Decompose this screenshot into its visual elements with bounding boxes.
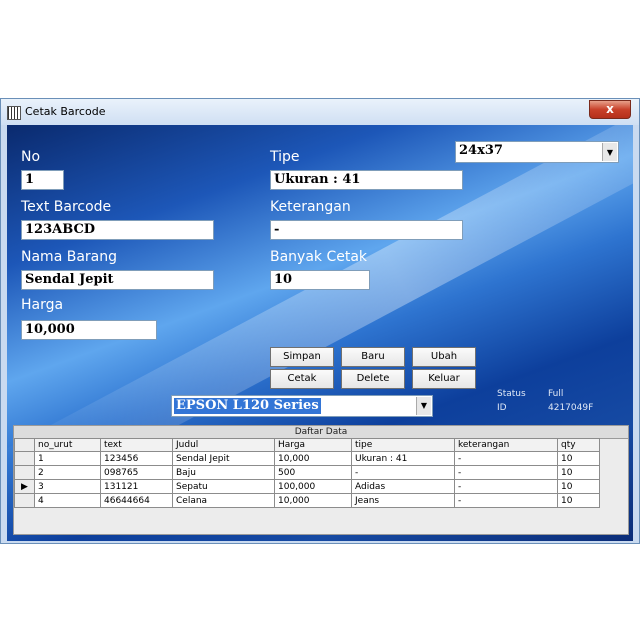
cell-tipe[interactable]: Jeans (351, 493, 455, 508)
cell-harga[interactable]: 10,000 (274, 451, 352, 466)
banyak-cetak-field[interactable]: 10 (270, 270, 370, 290)
row-indicator[interactable] (14, 493, 35, 508)
cell-qty[interactable]: 10 (557, 451, 600, 466)
size-select-value: 24x37 (459, 143, 503, 158)
column-header-no-urut[interactable]: no_urut (34, 438, 101, 452)
table-row[interactable]: ▶ 3 131121 Sepatu 100,000 Adidas - 10 (14, 479, 600, 494)
table-row[interactable]: 4 46644664 Celana 10,000 Jeans - 10 (14, 493, 600, 508)
harga-field[interactable]: 10,000 (21, 320, 157, 340)
status-value: Full (548, 389, 564, 399)
printer-select-value: EPSON L120 Series (174, 398, 321, 414)
cell-no-urut[interactable]: 3 (34, 479, 101, 494)
cell-tipe[interactable]: Ukuran : 41 (351, 451, 455, 466)
tipe-label: Tipe (270, 149, 300, 165)
printer-select[interactable]: EPSON L120 Series ▼ (171, 395, 433, 417)
keluar-button[interactable]: Keluar (412, 369, 476, 389)
cell-judul[interactable]: Sendal Jepit (172, 451, 275, 466)
keterangan-label: Keterangan (270, 199, 351, 215)
delete-button[interactable]: Delete (341, 369, 405, 389)
current-row-marker-icon[interactable]: ▶ (14, 479, 35, 494)
nama-barang-field[interactable]: Sendal Jepit (21, 270, 214, 290)
cell-no-urut[interactable]: 4 (34, 493, 101, 508)
table-row[interactable]: 2 098765 Baju 500 - - 10 (14, 465, 600, 480)
column-header-tipe[interactable]: tipe (351, 438, 455, 452)
no-label: No (21, 149, 41, 165)
cell-keterangan[interactable]: - (454, 479, 558, 494)
cell-text[interactable]: 123456 (100, 451, 173, 466)
size-select[interactable]: 24x37 ▼ (455, 141, 619, 163)
cell-text[interactable]: 131121 (100, 479, 173, 494)
column-header-harga[interactable]: Harga (274, 438, 352, 452)
row-indicator[interactable] (14, 451, 35, 466)
chevron-down-icon[interactable]: ▼ (416, 397, 431, 415)
cell-qty[interactable]: 10 (557, 465, 600, 480)
baru-button[interactable]: Baru (341, 347, 405, 367)
cell-keterangan[interactable]: - (454, 493, 558, 508)
ubah-button[interactable]: Ubah (412, 347, 476, 367)
data-grid[interactable]: no_urut text Judul Harga tipe keterangan… (14, 438, 600, 508)
cell-text[interactable]: 46644664 (100, 493, 173, 508)
cell-keterangan[interactable]: - (454, 451, 558, 466)
tipe-field[interactable]: Ukuran : 41 (270, 170, 463, 190)
status-label: Status (497, 389, 526, 399)
cell-qty[interactable]: 10 (557, 479, 600, 494)
cell-harga[interactable]: 500 (274, 465, 352, 480)
title-bar[interactable]: Cetak Barcode x (1, 99, 639, 125)
row-indicator[interactable] (14, 465, 35, 480)
nama-barang-label: Nama Barang (21, 249, 117, 265)
no-field[interactable]: 1 (21, 170, 64, 190)
barcode-icon (7, 106, 21, 120)
cell-judul[interactable]: Baju (172, 465, 275, 480)
grid-header-row: no_urut text Judul Harga tipe keterangan… (14, 438, 600, 452)
row-indicator-header (14, 438, 35, 452)
table-row[interactable]: 1 123456 Sendal Jepit 10,000 Ukuran : 41… (14, 451, 600, 466)
text-barcode-label: Text Barcode (21, 199, 112, 215)
id-label: ID (497, 403, 507, 413)
column-header-keterangan[interactable]: keterangan (454, 438, 558, 452)
text-barcode-field[interactable]: 123ABCD (21, 220, 214, 240)
window-title: Cetak Barcode (25, 105, 106, 118)
daftar-data-panel: Daftar Data no_urut text Judul Harga tip… (13, 425, 629, 535)
banyak-cetak-label: Banyak Cetak (270, 249, 368, 265)
harga-label: Harga (21, 297, 64, 313)
chevron-down-icon[interactable]: ▼ (602, 143, 617, 161)
cell-no-urut[interactable]: 1 (34, 451, 101, 466)
column-header-text[interactable]: text (100, 438, 173, 452)
cetak-button[interactable]: Cetak (270, 369, 334, 389)
simpan-button[interactable]: Simpan (270, 347, 334, 367)
cell-no-urut[interactable]: 2 (34, 465, 101, 480)
cell-keterangan[interactable]: - (454, 465, 558, 480)
cell-harga[interactable]: 10,000 (274, 493, 352, 508)
column-header-qty[interactable]: qty (557, 438, 600, 452)
form-client-area: No 1 Text Barcode 123ABCD Nama Barang Se… (7, 125, 633, 541)
cell-judul[interactable]: Celana (172, 493, 275, 508)
keterangan-field[interactable]: - (270, 220, 463, 240)
cell-harga[interactable]: 100,000 (274, 479, 352, 494)
cell-text[interactable]: 098765 (100, 465, 173, 480)
cetak-barcode-window: Cetak Barcode x No 1 Text Barcode 123ABC… (0, 98, 640, 544)
cell-judul[interactable]: Sepatu (172, 479, 275, 494)
cell-qty[interactable]: 10 (557, 493, 600, 508)
close-button[interactable]: x (589, 100, 631, 119)
column-header-judul[interactable]: Judul (172, 438, 275, 452)
cell-tipe[interactable]: - (351, 465, 455, 480)
id-value: 4217049F (548, 403, 594, 413)
cell-tipe[interactable]: Adidas (351, 479, 455, 494)
